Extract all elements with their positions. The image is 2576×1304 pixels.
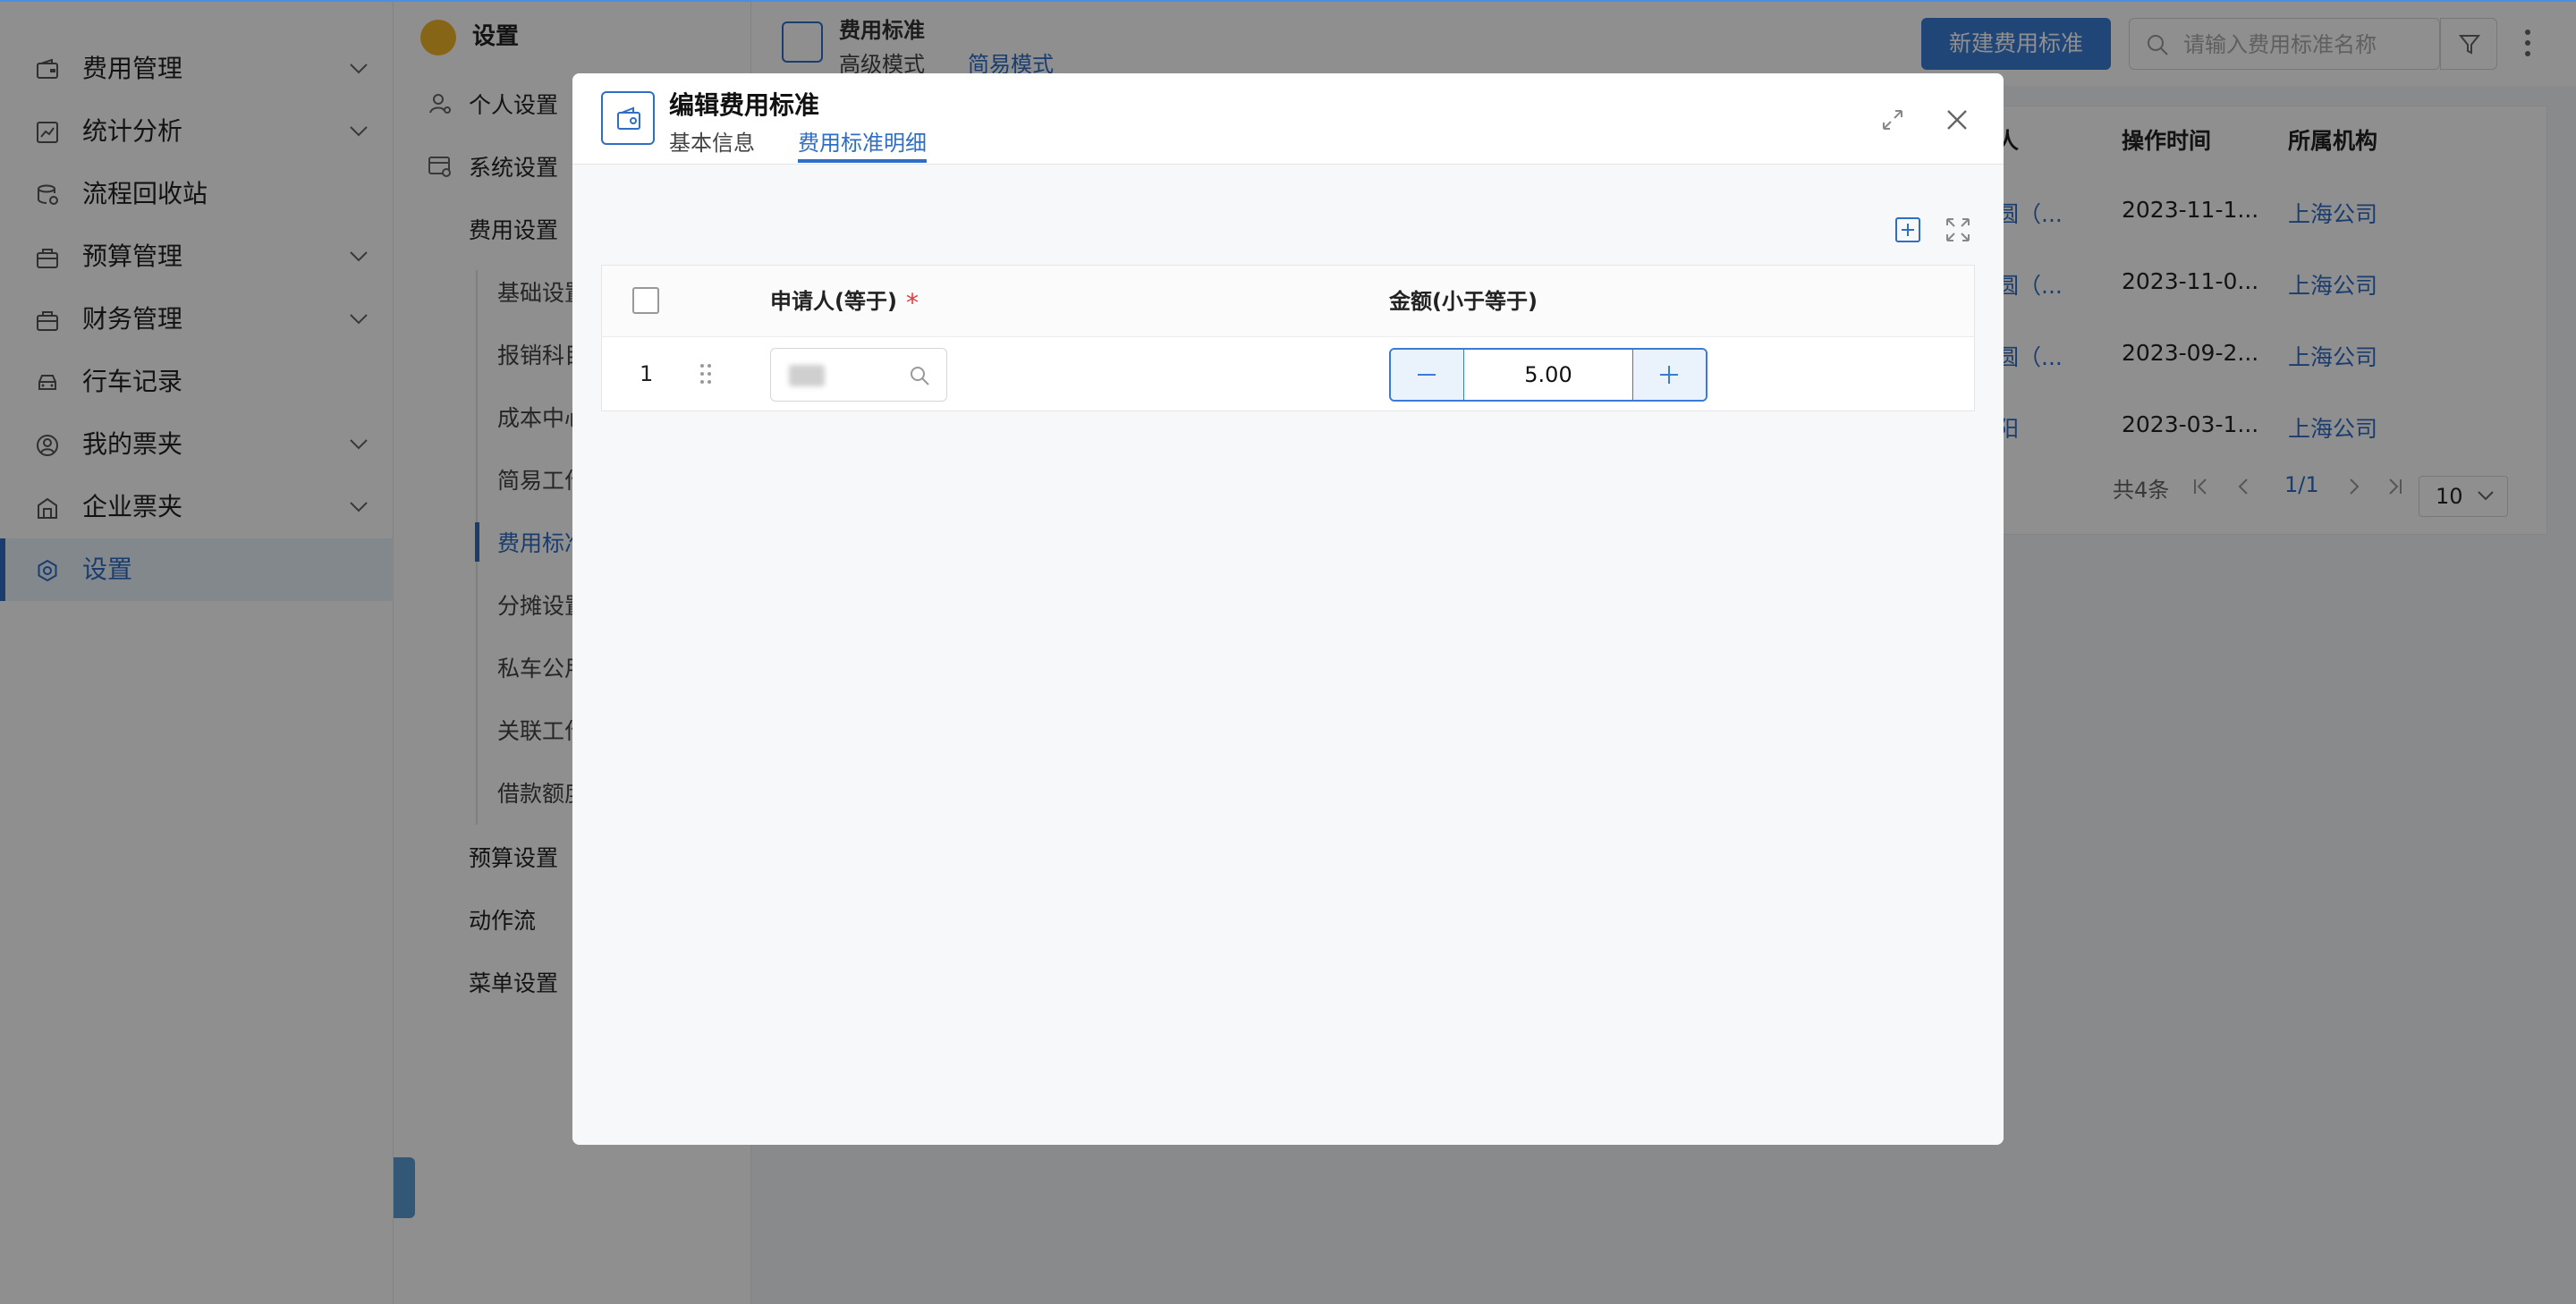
increment-button[interactable]: [1632, 350, 1706, 400]
amount-value[interactable]: 5.00: [1464, 350, 1632, 400]
dialog-title: 编辑费用标准: [669, 90, 820, 120]
wallet-icon: [617, 106, 640, 130]
close-icon[interactable]: [1945, 107, 1970, 132]
minus-icon: [1418, 374, 1436, 376]
add-row-icon[interactable]: [1894, 216, 1921, 243]
tab-basic-info[interactable]: 基本信息: [669, 125, 755, 157]
decrement-button[interactable]: [1391, 350, 1464, 400]
search-icon: [911, 367, 929, 385]
amount-stepper[interactable]: 5.00: [1389, 348, 1707, 402]
edit-expense-standard-dialog: 编辑费用标准 基本信息 费用标准明细 申请人(等于) * 金额(小于等于) 1: [572, 73, 2004, 1145]
expand-icon[interactable]: [1880, 107, 1905, 132]
tab-standard-detail[interactable]: 费用标准明细: [798, 125, 927, 157]
active-tab-indicator: [798, 159, 927, 163]
applicant-picker[interactable]: [770, 348, 947, 402]
plus-icon: [1660, 366, 1678, 384]
dialog-icon-frame: [601, 91, 655, 145]
required-mark: *: [906, 288, 919, 318]
select-all-checkbox[interactable]: [632, 287, 659, 314]
grid-header: 申请人(等于) * 金额(小于等于): [602, 266, 1974, 337]
standard-detail-grid: 申请人(等于) * 金额(小于等于) 1 5.00: [601, 265, 1975, 411]
redacted-applicant-name: [789, 365, 825, 386]
top-accent-line: [0, 0, 2576, 2]
dialog-body: 申请人(等于) * 金额(小于等于) 1 5.00 保存: [572, 165, 2004, 1145]
fullscreen-icon[interactable]: [1945, 216, 1971, 243]
drag-handle-icon[interactable]: [699, 362, 713, 385]
column-header-applicant: 申请人(等于): [770, 289, 897, 314]
row-index: 1: [640, 361, 654, 386]
dialog-header: 编辑费用标准 基本信息 费用标准明细: [572, 73, 2004, 165]
column-header-amount: 金额(小于等于): [1389, 289, 1538, 314]
